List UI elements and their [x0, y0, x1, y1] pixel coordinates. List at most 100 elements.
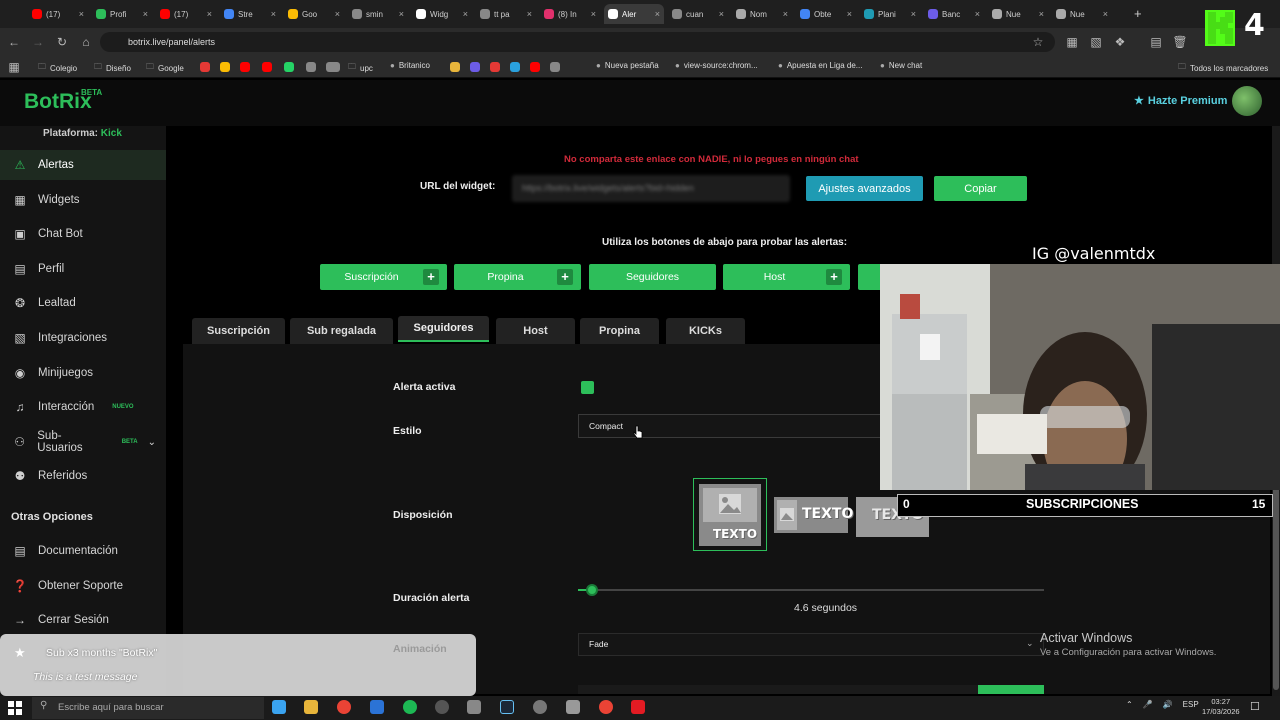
taskbar-clock[interactable]: 03:27 17/03/2026 [1202, 697, 1240, 717]
close-icon[interactable]: × [911, 9, 916, 19]
spotify-icon[interactable] [403, 700, 417, 714]
browser-tab[interactable]: Nue × [988, 4, 1048, 24]
browser-tab[interactable]: Obte × [796, 4, 856, 24]
close-icon[interactable]: × [591, 9, 596, 19]
extension-icon[interactable]: ▧ [1088, 34, 1104, 50]
sound-button[interactable] [978, 685, 1044, 694]
sidebar-item-referidos[interactable]: ⚉ Referidos [0, 461, 166, 491]
duration-slider-track[interactable] [578, 589, 1044, 591]
tab-host[interactable]: Host [496, 318, 575, 344]
bookmark-item[interactable]: ● view-source:chrom... [675, 61, 758, 70]
notifications-icon[interactable]: ☐ [1250, 700, 1260, 713]
speaker-icon[interactable]: 🔊 [1163, 700, 1173, 709]
reload-icon[interactable]: ↻ [54, 34, 70, 50]
back-icon[interactable]: ← [6, 34, 22, 50]
chrome-icon[interactable] [337, 700, 351, 714]
browser-tab[interactable]: tt pa × [476, 4, 536, 24]
close-icon[interactable]: × [143, 9, 148, 19]
sidebar-item-lealtad[interactable]: ❂ Lealtad [0, 288, 166, 318]
forward-icon[interactable]: → [30, 34, 46, 50]
close-icon[interactable]: × [719, 9, 724, 19]
close-icon[interactable]: × [527, 9, 532, 19]
close-icon[interactable]: × [783, 9, 788, 19]
tab-seguidores[interactable]: Seguidores [398, 316, 489, 342]
bookmark-favicon-icon[interactable] [240, 62, 250, 72]
test-button-suscripci-n[interactable]: Suscripción + [320, 264, 447, 290]
bookmark-item[interactable]: ● Nueva pestaña [596, 61, 659, 70]
tab-sub-regalada[interactable]: Sub regalada [290, 318, 393, 344]
sidebar-item-cerrar-sesi-n[interactable]: → Cerrar Sesión [0, 605, 166, 635]
sound-field[interactable] [578, 685, 978, 694]
new-tab-icon[interactable]: + [1134, 6, 1142, 21]
browser-tab[interactable]: Plani × [860, 4, 920, 24]
bookmark-item[interactable]: 🗀 upc [348, 61, 373, 75]
tab-propina[interactable]: Propina [580, 318, 659, 344]
copilot-icon[interactable] [272, 700, 286, 714]
sidebar-item-chat-bot[interactable]: ▣ Chat Bot [0, 219, 166, 249]
sidebar-item-alertas[interactable]: ⚠ Alertas [0, 150, 166, 180]
bookmark-favicon-icon[interactable] [450, 62, 460, 72]
bookmark-favicon-icon[interactable] [510, 62, 520, 72]
sidebar-item-integraciones[interactable]: ▧ Integraciones [0, 323, 166, 353]
bookmark-star-icon[interactable]: ☆ [1030, 34, 1046, 50]
bookmark-item[interactable]: 🗀 Colegio [38, 61, 77, 75]
bookmark-item[interactable]: ● New chat [880, 61, 922, 70]
bookmark-favicon-icon[interactable] [200, 62, 210, 72]
steam-icon[interactable] [500, 700, 514, 714]
copy-button[interactable]: Copiar [934, 176, 1027, 201]
bookmark-favicon-icon[interactable] [284, 62, 294, 72]
app-icon[interactable] [435, 700, 449, 714]
style-select[interactable]: Compact [578, 414, 888, 438]
windows-start-icon[interactable] [8, 701, 22, 715]
settings-icon[interactable] [533, 700, 547, 714]
close-icon[interactable]: × [1103, 9, 1108, 19]
bookmark-favicon-icon[interactable] [262, 62, 272, 72]
bookmark-favicon-icon[interactable] [470, 62, 480, 72]
close-icon[interactable]: × [79, 9, 84, 19]
avatar[interactable] [1232, 86, 1262, 116]
file-explorer-icon[interactable] [304, 700, 318, 714]
browser-tab[interactable]: Widg × [412, 4, 472, 24]
close-icon[interactable]: × [207, 9, 212, 19]
browser-tab[interactable]: (17) × [28, 4, 88, 24]
close-icon[interactable]: × [335, 9, 340, 19]
bookmark-favicon-icon[interactable] [220, 62, 230, 72]
browser-tab[interactable]: Banc × [924, 4, 984, 24]
bookmark-favicon-icon[interactable] [330, 62, 340, 72]
bookmark-item[interactable]: ● Britanico [390, 61, 430, 70]
plus-icon[interactable]: + [557, 269, 573, 285]
browser-tab[interactable]: (8) In × [540, 4, 600, 24]
bookmark-item[interactable]: 🗀 Todos los marcadores [1178, 61, 1268, 75]
chrome-active-icon[interactable] [599, 700, 613, 714]
bookmark-item[interactable]: ● Apuesta en Liga de... [778, 61, 862, 70]
tab-kicks[interactable]: KICKs [666, 318, 745, 344]
browser-tab[interactable]: (17) × [156, 4, 216, 24]
duration-slider-handle[interactable] [585, 584, 598, 596]
layout-option-side[interactable]: TEXTO [774, 497, 853, 533]
bookmark-item[interactable]: 🗀 Diseño [94, 61, 131, 75]
sidebar-item-perfil[interactable]: ▤ Perfil [0, 254, 166, 284]
bookmark-favicon-icon[interactable] [306, 62, 316, 72]
trash-icon[interactable]: 🗑 [1172, 34, 1188, 50]
close-icon[interactable]: × [655, 9, 660, 19]
test-button-seguidores[interactable]: Seguidores [589, 264, 716, 290]
test-button-propina[interactable]: Propina + [454, 264, 581, 290]
chevron-up-icon[interactable]: ⌃ [1126, 700, 1133, 709]
plus-icon[interactable]: + [423, 269, 439, 285]
browser-tab[interactable]: smin × [348, 4, 408, 24]
browser-tab[interactable]: Stre × [220, 4, 280, 24]
advanced-settings-button[interactable]: Ajustes avanzados [806, 176, 923, 201]
alert-active-checkbox[interactable] [581, 381, 594, 394]
close-icon[interactable]: × [463, 9, 468, 19]
app-icon[interactable] [566, 700, 580, 714]
sidebar-item-minijuegos[interactable]: ◉ Minijuegos [0, 358, 166, 388]
premium-link[interactable]: ★ Hazte Premium [1134, 94, 1227, 108]
sidebar-item-documentaci-n[interactable]: ▤ Documentación [0, 536, 166, 566]
sidebar-item-widgets[interactable]: ▦ Widgets [0, 185, 166, 215]
browser-tab[interactable]: Aler × [604, 4, 664, 24]
language-indicator[interactable]: ESP [1183, 700, 1199, 709]
extension-icon[interactable]: ▤ [1148, 34, 1164, 50]
sidebar-item-interacci-n[interactable]: ♫ Interacción NUEVO [0, 392, 166, 422]
animation-select[interactable]: Fade [578, 633, 1044, 656]
apps-grid-icon[interactable]: ▦ [6, 59, 22, 75]
